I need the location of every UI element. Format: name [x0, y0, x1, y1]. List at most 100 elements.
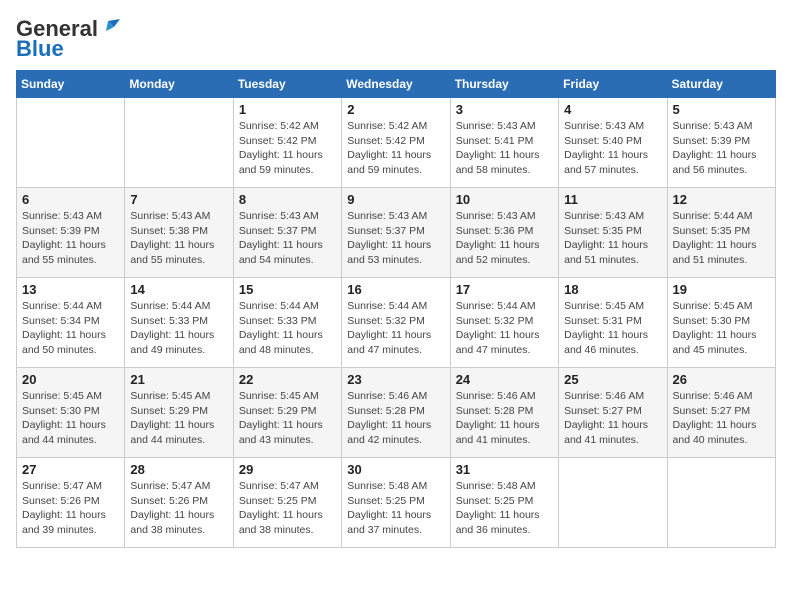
day-number: 23: [347, 372, 444, 387]
day-number: 3: [456, 102, 553, 117]
day-info: Sunrise: 5:44 AMSunset: 5:34 PMDaylight:…: [22, 299, 119, 358]
calendar-week-row: 27 Sunrise: 5:47 AMSunset: 5:26 PMDayligh…: [17, 458, 776, 548]
day-info: Sunrise: 5:43 AMSunset: 5:39 PMDaylight:…: [673, 119, 770, 178]
weekday-header-row: SundayMondayTuesdayWednesdayThursdayFrid…: [17, 71, 776, 98]
calendar-week-row: 13Sunrise: 5:44 AMSunset: 5:34 PMDayligh…: [17, 278, 776, 368]
calendar-cell: 11 Sunrise: 5:43 AMSunset: 5:35 PMDayligh…: [559, 188, 667, 278]
day-number: 19: [673, 282, 770, 297]
calendar-cell: 13Sunrise: 5:44 AMSunset: 5:34 PMDayligh…: [17, 278, 125, 368]
calendar-cell: [17, 98, 125, 188]
day-info: Sunrise: 5:43 AMSunset: 5:37 PMDaylight:…: [347, 209, 444, 268]
calendar-cell: 4Sunrise: 5:43 AMSunset: 5:40 PMDaylight…: [559, 98, 667, 188]
day-info: Sunrise: 5:47 AMSunset: 5:25 PMDaylight:…: [239, 479, 336, 538]
day-info: Sunrise: 5:45 AMSunset: 5:30 PMDaylight:…: [22, 389, 119, 448]
weekday-header-wednesday: Wednesday: [342, 71, 450, 98]
calendar-cell: 5 Sunrise: 5:43 AMSunset: 5:39 PMDaylight…: [667, 98, 775, 188]
calendar-cell: 31 Sunrise: 5:48 AMSunset: 5:25 PMDayligh…: [450, 458, 558, 548]
calendar-cell: [125, 98, 233, 188]
calendar-cell: 26 Sunrise: 5:46 AMSunset: 5:27 PMDayligh…: [667, 368, 775, 458]
day-info: Sunrise: 5:44 AMSunset: 5:33 PMDaylight:…: [130, 299, 227, 358]
day-number: 27: [22, 462, 119, 477]
day-number: 31: [456, 462, 553, 477]
calendar-cell: 9 Sunrise: 5:43 AMSunset: 5:37 PMDaylight…: [342, 188, 450, 278]
day-number: 18: [564, 282, 661, 297]
calendar-cell: 17 Sunrise: 5:44 AMSunset: 5:32 PMDayligh…: [450, 278, 558, 368]
calendar-cell: 30 Sunrise: 5:48 AMSunset: 5:25 PMDayligh…: [342, 458, 450, 548]
calendar-cell: 1 Sunrise: 5:42 AMSunset: 5:42 PMDaylight…: [233, 98, 341, 188]
day-info: Sunrise: 5:42 AMSunset: 5:42 PMDaylight:…: [347, 119, 444, 178]
calendar-cell: 27 Sunrise: 5:47 AMSunset: 5:26 PMDayligh…: [17, 458, 125, 548]
day-info: Sunrise: 5:47 AMSunset: 5:26 PMDaylight:…: [130, 479, 227, 538]
day-number: 14: [130, 282, 227, 297]
calendar-cell: 24 Sunrise: 5:46 AMSunset: 5:28 PMDayligh…: [450, 368, 558, 458]
day-info: Sunrise: 5:45 AMSunset: 5:31 PMDaylight:…: [564, 299, 661, 358]
calendar-cell: 15 Sunrise: 5:44 AMSunset: 5:33 PMDayligh…: [233, 278, 341, 368]
calendar-cell: 19 Sunrise: 5:45 AMSunset: 5:30 PMDayligh…: [667, 278, 775, 368]
day-info: Sunrise: 5:43 AMSunset: 5:39 PMDaylight:…: [22, 209, 119, 268]
page-header: General Blue: [16, 16, 776, 62]
day-number: 11: [564, 192, 661, 207]
calendar-cell: [559, 458, 667, 548]
logo-blue-text: Blue: [16, 36, 64, 62]
day-number: 17: [456, 282, 553, 297]
day-info: Sunrise: 5:43 AMSunset: 5:38 PMDaylight:…: [130, 209, 227, 268]
day-number: 26: [673, 372, 770, 387]
weekday-header-friday: Friday: [559, 71, 667, 98]
day-number: 7: [130, 192, 227, 207]
day-number: 12: [673, 192, 770, 207]
calendar-cell: 20 Sunrise: 5:45 AMSunset: 5:30 PMDayligh…: [17, 368, 125, 458]
day-info: Sunrise: 5:43 AMSunset: 5:37 PMDaylight:…: [239, 209, 336, 268]
day-number: 22: [239, 372, 336, 387]
day-number: 8: [239, 192, 336, 207]
day-info: Sunrise: 5:46 AMSunset: 5:27 PMDaylight:…: [564, 389, 661, 448]
calendar-cell: 14 Sunrise: 5:44 AMSunset: 5:33 PMDayligh…: [125, 278, 233, 368]
day-info: Sunrise: 5:48 AMSunset: 5:25 PMDaylight:…: [456, 479, 553, 538]
calendar-table: SundayMondayTuesdayWednesdayThursdayFrid…: [16, 70, 776, 548]
day-info: Sunrise: 5:45 AMSunset: 5:29 PMDaylight:…: [130, 389, 227, 448]
day-number: 25: [564, 372, 661, 387]
calendar-cell: 28Sunrise: 5:47 AMSunset: 5:26 PMDayligh…: [125, 458, 233, 548]
day-info: Sunrise: 5:46 AMSunset: 5:28 PMDaylight:…: [456, 389, 553, 448]
day-info: Sunrise: 5:44 AMSunset: 5:32 PMDaylight:…: [347, 299, 444, 358]
day-number: 24: [456, 372, 553, 387]
day-info: Sunrise: 5:43 AMSunset: 5:36 PMDaylight:…: [456, 209, 553, 268]
day-number: 1: [239, 102, 336, 117]
weekday-header-sunday: Sunday: [17, 71, 125, 98]
day-number: 2: [347, 102, 444, 117]
day-info: Sunrise: 5:44 AMSunset: 5:32 PMDaylight:…: [456, 299, 553, 358]
day-number: 20: [22, 372, 119, 387]
weekday-header-monday: Monday: [125, 71, 233, 98]
day-number: 15: [239, 282, 336, 297]
day-info: Sunrise: 5:43 AMSunset: 5:41 PMDaylight:…: [456, 119, 553, 178]
day-info: Sunrise: 5:45 AMSunset: 5:29 PMDaylight:…: [239, 389, 336, 448]
day-number: 16: [347, 282, 444, 297]
day-number: 29: [239, 462, 336, 477]
day-info: Sunrise: 5:48 AMSunset: 5:25 PMDaylight:…: [347, 479, 444, 538]
day-number: 30: [347, 462, 444, 477]
calendar-cell: 8 Sunrise: 5:43 AMSunset: 5:37 PMDaylight…: [233, 188, 341, 278]
day-info: Sunrise: 5:45 AMSunset: 5:30 PMDaylight:…: [673, 299, 770, 358]
day-info: Sunrise: 5:43 AMSunset: 5:35 PMDaylight:…: [564, 209, 661, 268]
day-number: 21: [130, 372, 227, 387]
calendar-cell: 16 Sunrise: 5:44 AMSunset: 5:32 PMDayligh…: [342, 278, 450, 368]
day-info: Sunrise: 5:46 AMSunset: 5:28 PMDaylight:…: [347, 389, 444, 448]
calendar-cell: [667, 458, 775, 548]
calendar-cell: 18 Sunrise: 5:45 AMSunset: 5:31 PMDayligh…: [559, 278, 667, 368]
calendar-cell: 25 Sunrise: 5:46 AMSunset: 5:27 PMDayligh…: [559, 368, 667, 458]
day-info: Sunrise: 5:43 AMSunset: 5:40 PMDaylight:…: [564, 119, 661, 178]
weekday-header-tuesday: Tuesday: [233, 71, 341, 98]
day-number: 9: [347, 192, 444, 207]
day-info: Sunrise: 5:42 AMSunset: 5:42 PMDaylight:…: [239, 119, 336, 178]
calendar-cell: 2 Sunrise: 5:42 AMSunset: 5:42 PMDaylight…: [342, 98, 450, 188]
logo-bird-icon: [100, 17, 120, 37]
calendar-cell: 22 Sunrise: 5:45 AMSunset: 5:29 PMDayligh…: [233, 368, 341, 458]
weekday-header-thursday: Thursday: [450, 71, 558, 98]
day-number: 5: [673, 102, 770, 117]
day-info: Sunrise: 5:44 AMSunset: 5:35 PMDaylight:…: [673, 209, 770, 268]
calendar-cell: 21 Sunrise: 5:45 AMSunset: 5:29 PMDayligh…: [125, 368, 233, 458]
calendar-cell: 10Sunrise: 5:43 AMSunset: 5:36 PMDayligh…: [450, 188, 558, 278]
day-info: Sunrise: 5:47 AMSunset: 5:26 PMDaylight:…: [22, 479, 119, 538]
day-info: Sunrise: 5:44 AMSunset: 5:33 PMDaylight:…: [239, 299, 336, 358]
day-info: Sunrise: 5:46 AMSunset: 5:27 PMDaylight:…: [673, 389, 770, 448]
day-number: 6: [22, 192, 119, 207]
